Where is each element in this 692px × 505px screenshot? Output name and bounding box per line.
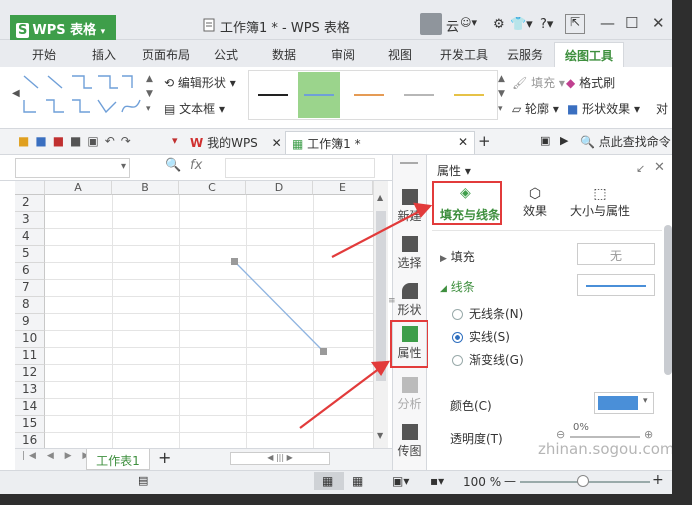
annotation-arrows — [299, 202, 433, 429]
window-edge — [672, 0, 692, 505]
window-edge — [0, 494, 692, 505]
